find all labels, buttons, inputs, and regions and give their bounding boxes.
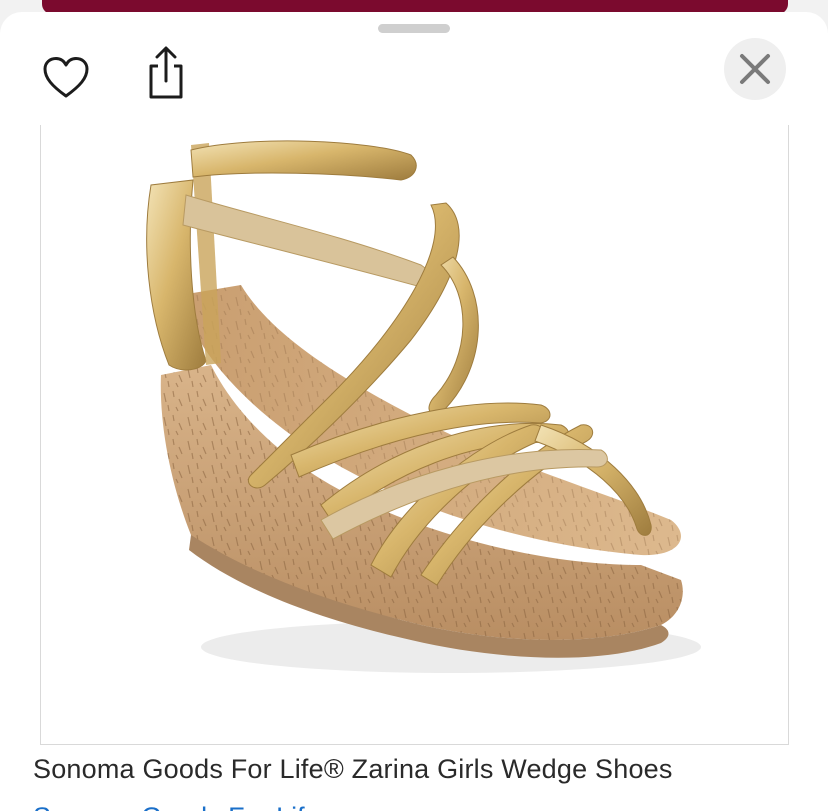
favorite-button[interactable]: [40, 54, 92, 102]
heart-outline-icon: [43, 57, 89, 98]
product-title: Sonoma Goods For Life® Zarina Girls Wedg…: [33, 754, 673, 784]
brand-link[interactable]: Sonoma Goods For Life: [33, 802, 320, 811]
wedge-sandal-illustration: [146, 140, 701, 673]
product-image[interactable]: [40, 125, 789, 745]
close-x-icon: [740, 54, 770, 84]
share-button[interactable]: [140, 44, 192, 102]
close-button[interactable]: [724, 38, 786, 100]
sheet-grabber-handle[interactable]: [378, 24, 450, 33]
share-icon: [149, 46, 183, 99]
product-quick-view-sheet: Sonoma Goods For Life® Zarina Girls Wedg…: [0, 12, 828, 811]
